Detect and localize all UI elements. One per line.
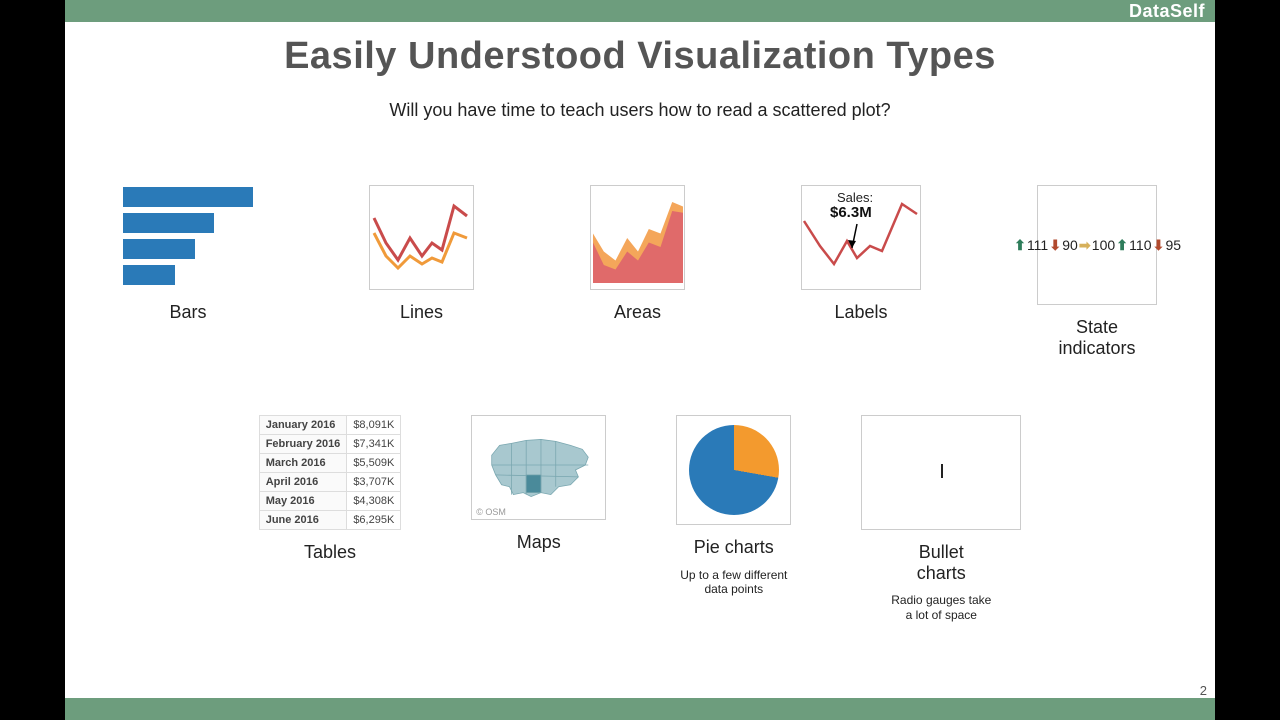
lines-label: Lines <box>400 302 443 323</box>
cell-bullet: Bullet charts Radio gauges take a lot of… <box>861 415 1021 622</box>
table-cell: $8,091K <box>347 416 401 435</box>
areas-thumbnail <box>590 185 685 290</box>
table-row: June 2016$6,295K <box>259 511 401 530</box>
bullet-sublabel: Radio gauges take a lot of space <box>891 593 991 622</box>
up-arrow-icon: ⬆ <box>1013 237 1027 254</box>
cell-tables: January 2016$8,091KFebruary 2016$7,341KM… <box>259 415 402 563</box>
pie-thumbnail <box>676 415 791 525</box>
table-row: April 2016$3,707K <box>259 473 401 492</box>
table-cell: $4,308K <box>347 492 401 511</box>
state-value: 90 <box>1062 237 1078 253</box>
lines-thumbnail <box>369 185 474 290</box>
pie-icon <box>689 425 779 515</box>
labels-thumbnail: Sales: $6.3M <box>801 185 921 290</box>
areas-label: Areas <box>614 302 661 323</box>
cell-pie: Pie charts Up to a few different data po… <box>676 415 791 596</box>
table-cell: $6,295K <box>347 511 401 530</box>
tables-thumbnail: January 2016$8,091KFebruary 2016$7,341KM… <box>259 415 402 530</box>
bullet-label: Bullet charts <box>917 542 966 583</box>
table-row: January 2016$8,091K <box>259 416 401 435</box>
bullet-target-tick <box>941 464 943 478</box>
table-cell: January 2016 <box>259 416 347 435</box>
table-cell: $3,707K <box>347 473 401 492</box>
state-value: 95 <box>1165 237 1181 253</box>
table-cell: February 2016 <box>259 435 347 454</box>
state-label: State indicators <box>1058 317 1135 358</box>
state-row: ⬇95 <box>1151 234 1181 256</box>
pie-label: Pie charts <box>694 537 774 558</box>
top-bar: DataSelf <box>65 0 1215 22</box>
state-row: ⬆111 <box>1013 234 1048 256</box>
right-arrow-icon: ➡ <box>1078 237 1092 254</box>
state-row: ➡100 <box>1078 234 1115 256</box>
slide-subtitle: Will you have time to teach users how to… <box>65 100 1215 121</box>
state-value: 111 <box>1027 237 1048 253</box>
row-1: Bars Lines Areas Sales: <box>65 185 1215 358</box>
table-row: May 2016$4,308K <box>259 492 401 511</box>
slide-title: Easily Understood Visualization Types <box>65 35 1215 78</box>
cell-maps: © OSM Maps <box>471 415 606 553</box>
slide: DataSelf 2 Easily Understood Visualizati… <box>65 0 1215 720</box>
state-value: 110 <box>1129 237 1151 253</box>
maps-thumbnail: © OSM <box>471 415 606 520</box>
cell-state: ⬆111⬇90➡100⬆110⬇95 State indicators <box>1037 185 1157 358</box>
cell-labels: Sales: $6.3M Labels <box>801 185 921 323</box>
state-row: ⬆110 <box>1115 234 1151 256</box>
maps-label: Maps <box>517 532 561 553</box>
tables-label: Tables <box>304 542 356 563</box>
table-cell: May 2016 <box>259 492 347 511</box>
table-row: February 2016$7,341K <box>259 435 401 454</box>
table-row: March 2016$5,509K <box>259 454 401 473</box>
table-cell: March 2016 <box>259 454 347 473</box>
cell-bars: Bars <box>123 185 253 323</box>
bottom-bar <box>65 698 1215 720</box>
state-row: ⬇90 <box>1048 234 1078 256</box>
table-cell: June 2016 <box>259 511 347 530</box>
map-attribution: © OSM <box>476 507 506 517</box>
table-cell: April 2016 <box>259 473 347 492</box>
table-cell: $5,509K <box>347 454 401 473</box>
row-2: January 2016$8,091KFebruary 2016$7,341KM… <box>65 415 1215 622</box>
cell-lines: Lines <box>369 185 474 323</box>
up-arrow-icon: ⬆ <box>1115 237 1129 254</box>
bars-label: Bars <box>169 302 206 323</box>
bullet-thumbnail <box>861 415 1021 530</box>
state-value: 100 <box>1092 237 1115 253</box>
cell-areas: Areas <box>590 185 685 323</box>
page-number: 2 <box>1200 683 1207 698</box>
bars-thumbnail <box>123 185 253 290</box>
labels-label: Labels <box>834 302 887 323</box>
brand-logo: DataSelf <box>1129 1 1205 22</box>
pie-sublabel: Up to a few different data points <box>680 568 787 597</box>
down-arrow-icon: ⬇ <box>1151 237 1165 254</box>
down-arrow-icon: ⬇ <box>1048 237 1062 254</box>
state-thumbnail: ⬆111⬇90➡100⬆110⬇95 <box>1037 185 1157 305</box>
table-cell: $7,341K <box>347 435 401 454</box>
